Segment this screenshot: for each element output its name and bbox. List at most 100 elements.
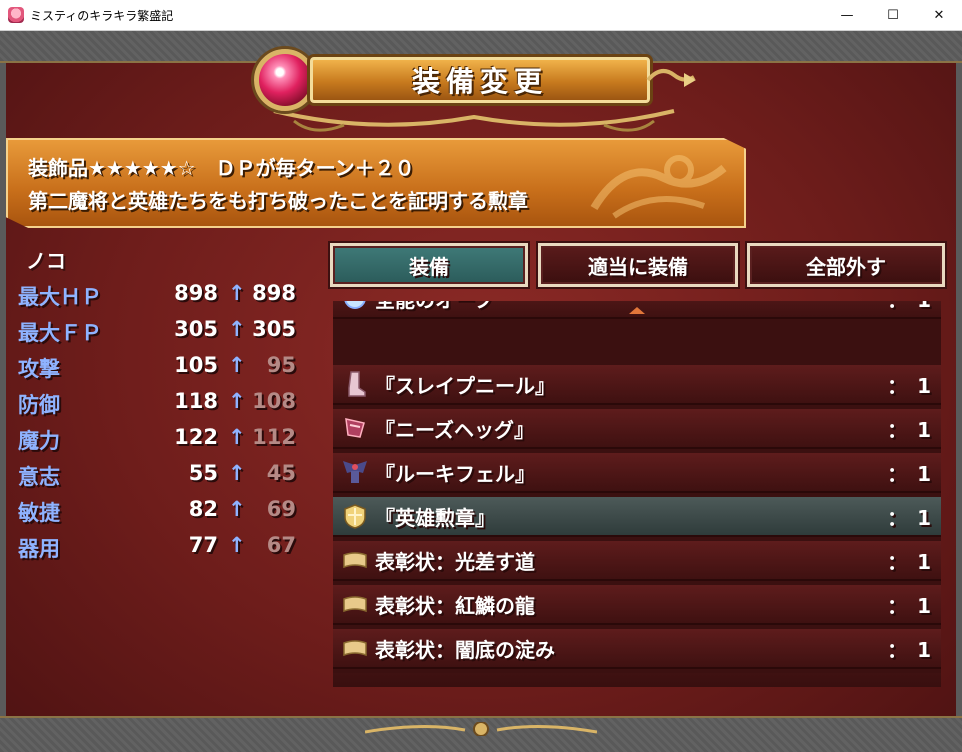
left-frame: [0, 63, 6, 716]
stat-label: 防御: [18, 393, 60, 417]
demon-wings-icon: [341, 458, 369, 486]
scroll-up-arrow-icon[interactable]: [629, 307, 645, 314]
up-arrow-icon: ↑: [228, 533, 246, 557]
stat-row-magic: 魔力 122 ↑ 112: [14, 425, 304, 457]
stat-current: 118: [174, 389, 218, 413]
minimize-button[interactable]: —: [824, 0, 870, 31]
orb-icon: [341, 301, 369, 312]
scroll-icon: [341, 634, 369, 662]
list-item[interactable]: 『スレイプニール』 ： 1: [333, 365, 941, 405]
list-item[interactable]: 『ルーキフェル』 ： 1: [333, 453, 941, 493]
item-count: ： 1: [887, 373, 931, 398]
scroll-icon: [341, 590, 369, 618]
stat-new: 69: [266, 497, 296, 521]
stat-new: 67: [266, 533, 296, 557]
help-window: 装飾品★★★★★☆ ＤＰが毎ターン＋２０ 第二魔将と英雄たちをも打ち破ったことを…: [6, 138, 746, 228]
item-name: 『スレイプニール』: [375, 373, 555, 398]
title-banner: 装備変更: [310, 57, 650, 103]
item-count: ： 1: [887, 461, 931, 486]
stat-new: 112: [252, 425, 296, 449]
item-name: 表彰状：紅鱗の龍: [375, 593, 535, 618]
stat-row-defense: 防御 118 ↑ 108: [14, 389, 304, 421]
stat-row-will: 意志 55 ↑ 45: [14, 461, 304, 493]
item-name: 『ルーキフェル』: [375, 461, 535, 486]
stat-new: 898: [252, 281, 296, 305]
orb-ornament-icon: [254, 49, 316, 111]
stat-row-max-hp: 最大ＨＰ 898 ↑ 898: [14, 281, 304, 313]
stat-label: 敏捷: [18, 501, 60, 525]
stat-current: 55: [188, 461, 218, 485]
item-name: 『英雄勲章』: [375, 505, 495, 530]
stat-row-max-fp: 最大ＦＰ 305 ↑ 305: [14, 317, 304, 349]
window-title: ミスティのキラキラ繁盛記: [30, 8, 174, 23]
up-arrow-icon: ↑: [228, 389, 246, 413]
swirl-decoration-icon: [590, 155, 727, 219]
maximize-button[interactable]: ☐: [870, 0, 916, 31]
stat-current: 305: [174, 317, 218, 341]
stat-label: 最大ＨＰ: [18, 285, 102, 309]
bottom-frame: [0, 716, 962, 752]
stat-label: 最大ＦＰ: [18, 321, 102, 345]
right-frame: [956, 63, 962, 716]
dragon-armor-icon: [341, 414, 369, 442]
stat-current: 105: [174, 353, 218, 377]
optimize-button[interactable]: 適当に装備: [538, 243, 738, 287]
stat-label: 意志: [18, 465, 60, 489]
stat-row-agility: 敏捷 82 ↑ 69: [14, 497, 304, 529]
window-controls: — ☐ ✕: [824, 0, 962, 31]
up-arrow-icon: ↑: [228, 461, 246, 485]
item-name: 表彰状：光差す道: [375, 549, 535, 574]
clear-all-button[interactable]: 全部外す: [747, 243, 945, 287]
stat-new: 45: [266, 461, 296, 485]
up-arrow-icon: ↑: [228, 497, 246, 521]
app-icon: [8, 7, 24, 23]
help-line-2: 第二魔将と英雄たちをも打ち破ったことを証明する勲章: [28, 189, 528, 213]
stat-label: 攻撃: [18, 357, 60, 381]
item-count: ： 1: [887, 593, 931, 618]
item-name: 『ニーズヘッグ』: [375, 417, 534, 442]
list-item-selected[interactable]: 『英雄勲章』 ： 1: [333, 497, 941, 537]
stat-label: 器用: [18, 537, 60, 561]
item-name: 表彰状：闇底の淀み: [375, 637, 555, 662]
window-titlebar: ミスティのキラキラ繁盛記 — ☐ ✕: [0, 0, 962, 31]
stat-new: 95: [266, 353, 296, 377]
scene-title: 装備変更: [411, 65, 548, 98]
stat-new: 305: [252, 317, 296, 341]
stat-new: 108: [252, 389, 296, 413]
shield-icon: [341, 502, 369, 530]
list-item[interactable]: 表彰状：光差す道 ： 1: [333, 541, 941, 581]
up-arrow-icon: ↑: [228, 317, 246, 341]
help-line-1: 装飾品★★★★★☆ ＤＰが毎ターン＋２０: [28, 156, 415, 180]
title-ornament: [273, 109, 675, 132]
stat-row-dexterity: 器用 77 ↑ 67: [14, 533, 304, 565]
scene-title-plate: 装備変更: [254, 41, 696, 132]
close-button[interactable]: ✕: [916, 0, 962, 31]
game-screen[interactable]: 装備変更 装飾品★★★★★☆ ＤＰが毎ターン＋２０ 第二魔将と英雄たちをも打ち破…: [0, 31, 962, 752]
swirl-ornament-icon: [646, 69, 696, 87]
item-list[interactable]: 全能のオーブ ： 1 『スレイプニール』 ： 1 『ニーズヘッグ』 ： 1 『ル…: [333, 301, 941, 687]
up-arrow-icon: ↑: [228, 425, 246, 449]
stat-current: 122: [174, 425, 218, 449]
list-item[interactable]: 『ニーズヘッグ』 ： 1: [333, 409, 941, 449]
list-item[interactable]: 表彰状：紅鱗の龍 ： 1: [333, 585, 941, 625]
stat-row-attack: 攻撃 105 ↑ 95: [14, 353, 304, 385]
item-name: 全能のオーブ: [375, 301, 494, 313]
equip-button[interactable]: 装備: [330, 243, 528, 287]
boots-icon: [341, 370, 369, 398]
actor-name: ノコ: [26, 249, 66, 273]
up-arrow-icon: ↑: [228, 281, 246, 305]
stat-label: 魔力: [18, 429, 60, 453]
item-count: ： 1: [887, 549, 931, 574]
item-count: ： 1: [887, 505, 931, 530]
stat-current: 82: [188, 497, 218, 521]
item-count: ： 1: [887, 301, 931, 313]
list-empty-row: [333, 673, 941, 687]
item-count: ： 1: [887, 637, 931, 662]
stat-current: 77: [188, 533, 218, 557]
up-arrow-icon: ↑: [228, 353, 246, 377]
scroll-icon: [341, 546, 369, 574]
item-count: ： 1: [887, 417, 931, 442]
bottom-ornament: [365, 722, 597, 736]
stat-current: 898: [174, 281, 218, 305]
list-item[interactable]: 表彰状：闇底の淀み ： 1: [333, 629, 941, 669]
